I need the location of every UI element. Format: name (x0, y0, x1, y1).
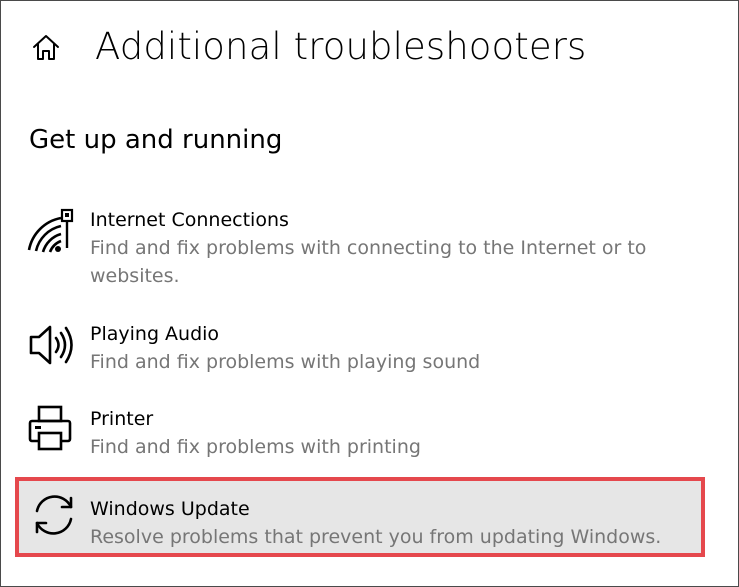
item-description: Find and fix problems with playing sound (90, 351, 481, 373)
item-description: Find and fix problems with connecting to… (90, 237, 647, 287)
section-title: Get up and running (29, 125, 283, 155)
printer-icon (28, 405, 72, 451)
item-title: Playing Audio (90, 323, 220, 345)
item-description: Find and fix problems with printing (90, 436, 421, 458)
page-header: Additional troubleshooters (1, 1, 738, 91)
troubleshooter-playing-audio[interactable]: Playing Audio Find and fix problems with… (15, 320, 705, 380)
item-description: Resolve problems that prevent you from u… (90, 526, 662, 548)
page-title: Additional troubleshooters (95, 25, 587, 68)
item-title: Internet Connections (90, 209, 289, 231)
settings-window: Additional troubleshooters Get up and ru… (0, 0, 739, 587)
troubleshooter-printer[interactable]: Printer Find and fix problems with print… (15, 405, 705, 465)
item-title: Windows Update (90, 498, 250, 520)
troubleshooter-internet-connections[interactable]: Internet Connections Find and fix proble… (15, 206, 705, 296)
speaker-icon (29, 325, 73, 365)
item-title: Printer (90, 408, 154, 430)
network-signal-icon (27, 208, 74, 253)
refresh-icon (35, 495, 73, 535)
home-icon[interactable] (31, 33, 61, 63)
troubleshooter-windows-update[interactable]: Windows Update Resolve problems that pre… (15, 477, 705, 557)
